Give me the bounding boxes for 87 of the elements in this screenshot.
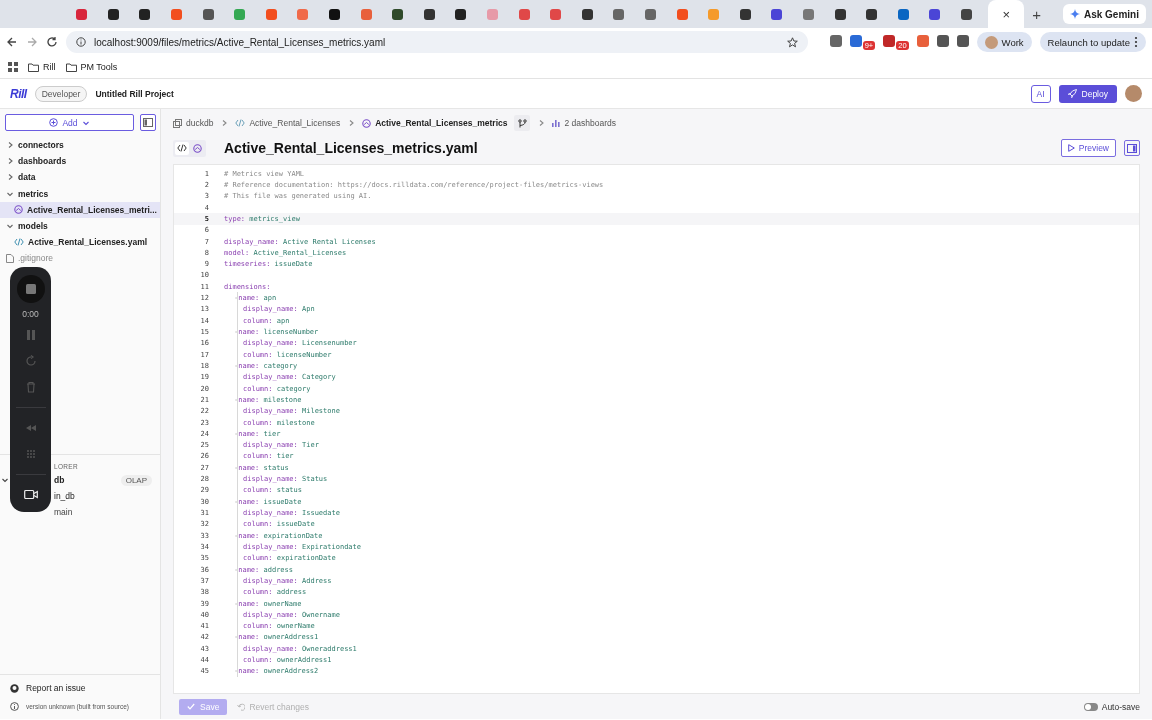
visual-view-tab[interactable] xyxy=(191,141,204,155)
sparkle-icon xyxy=(1069,9,1080,19)
undo-icon xyxy=(237,702,246,711)
ai-button[interactable]: AI xyxy=(1030,84,1051,103)
gauge-icon xyxy=(14,205,23,215)
video-camera-icon[interactable] xyxy=(23,489,38,500)
star-icon[interactable] xyxy=(786,36,798,48)
panel-icon xyxy=(143,118,153,127)
code-icon xyxy=(177,143,187,152)
more-icon xyxy=(1134,36,1138,48)
folder-item[interactable]: metrics xyxy=(0,185,160,202)
gauge-icon xyxy=(193,143,202,153)
add-button[interactable]: Add xyxy=(5,114,134,131)
gauge-icon xyxy=(362,118,372,128)
explorer-item[interactable]: db xyxy=(54,475,65,485)
extension-icon[interactable] xyxy=(916,34,929,47)
deploy-button[interactable]: Deploy xyxy=(1058,84,1117,103)
back-icon[interactable] xyxy=(6,36,18,48)
stop-button[interactable] xyxy=(16,275,45,303)
play-icon xyxy=(1067,144,1075,152)
panel-icon xyxy=(1127,143,1137,153)
breadcrumb-link[interactable]: duckdb xyxy=(173,118,214,128)
sidebar-toggle-button[interactable] xyxy=(140,114,156,131)
breadcrumb-link[interactable]: Active_Rental_Licenses_metrics xyxy=(362,118,508,128)
info-icon xyxy=(10,702,19,711)
developer-badge: Developer xyxy=(34,85,88,102)
olap-tag: OLAP xyxy=(120,474,152,486)
ask-gemini-button[interactable]: Ask Gemini xyxy=(1062,4,1146,24)
branch-icon xyxy=(517,118,527,128)
relaunch-button[interactable]: Relaunch to update xyxy=(1039,32,1146,52)
profile-button[interactable]: Work xyxy=(976,32,1032,52)
autosave-label: Auto-save xyxy=(1101,701,1140,712)
panel-toggle-button[interactable] xyxy=(1124,140,1140,156)
chevron-right-icon xyxy=(347,119,356,127)
plus-circle-icon xyxy=(49,118,59,127)
explorer-item[interactable]: in_db xyxy=(54,491,75,501)
folder-item[interactable]: models xyxy=(0,217,160,235)
code-view-tab[interactable] xyxy=(175,141,189,155)
explorer-item[interactable]: main xyxy=(54,507,73,517)
code-icon xyxy=(14,238,24,247)
close-button[interactable]: × xyxy=(1002,7,1010,21)
browser-tab[interactable]: × xyxy=(988,0,1025,28)
apps-grid-icon[interactable] xyxy=(8,62,18,72)
github-icon xyxy=(10,683,19,693)
folder-item[interactable]: data xyxy=(0,169,160,186)
info-icon xyxy=(76,37,86,47)
preview-button[interactable]: Preview xyxy=(1060,139,1116,157)
file-item[interactable]: Active_Rental_Licenses.yaml xyxy=(0,234,160,251)
stop-icon xyxy=(25,284,36,294)
avatar-icon xyxy=(984,35,998,49)
folder-item[interactable]: connectors xyxy=(0,137,160,154)
restart-icon[interactable] xyxy=(24,355,37,367)
chevron-down-icon[interactable] xyxy=(1,476,9,484)
rill-logo: Rill xyxy=(10,86,27,101)
extension-icon[interactable] xyxy=(849,34,862,47)
file-title: Active_Rental_Licenses_metrics.yaml xyxy=(224,140,479,156)
file-icon xyxy=(6,253,14,263)
extension-icon[interactable] xyxy=(956,34,969,47)
extension-icon[interactable] xyxy=(829,34,842,47)
reload-icon[interactable] xyxy=(46,36,58,48)
code-icon xyxy=(235,119,246,127)
extension-icon[interactable] xyxy=(936,34,949,47)
project-name: Untitled Rill Project xyxy=(95,88,174,99)
bookmark-folder[interactable]: PM Tools xyxy=(65,62,118,72)
chevron-down-icon xyxy=(6,222,14,231)
report-issue-link[interactable]: Report an issue xyxy=(10,683,150,693)
file-item[interactable]: Active_Rental_Licenses_metri... xyxy=(0,201,160,218)
folder-icon xyxy=(65,62,77,72)
folder-icon xyxy=(28,62,39,72)
folder-item[interactable]: dashboards xyxy=(0,153,160,170)
extension-icon[interactable] xyxy=(883,34,896,47)
file-item[interactable]: .gitignore xyxy=(0,250,160,267)
user-avatar[interactable] xyxy=(1125,85,1142,102)
bar-chart-icon xyxy=(552,119,561,127)
autosave-toggle[interactable] xyxy=(1083,702,1098,711)
bookmark-folder[interactable]: Rill xyxy=(28,62,56,72)
timer-text: 0:00 xyxy=(22,309,39,319)
chevron-right-icon xyxy=(537,119,546,127)
check-icon xyxy=(187,703,195,710)
address-bar[interactable]: localhost:9009/files/metrics/Active_Rental_Licenses_metrics.yaml xyxy=(66,31,808,53)
rocket-icon xyxy=(1067,89,1077,98)
database-icon xyxy=(173,118,182,128)
breadcrumb-link[interactable]: Active_Rental_Licenses xyxy=(235,118,341,128)
chevron-right-icon xyxy=(220,119,229,127)
new-tab-button[interactable]: + xyxy=(1032,6,1041,22)
breadcrumb-link[interactable]: 2 dashboards xyxy=(552,118,616,128)
branch-button[interactable] xyxy=(514,115,531,131)
